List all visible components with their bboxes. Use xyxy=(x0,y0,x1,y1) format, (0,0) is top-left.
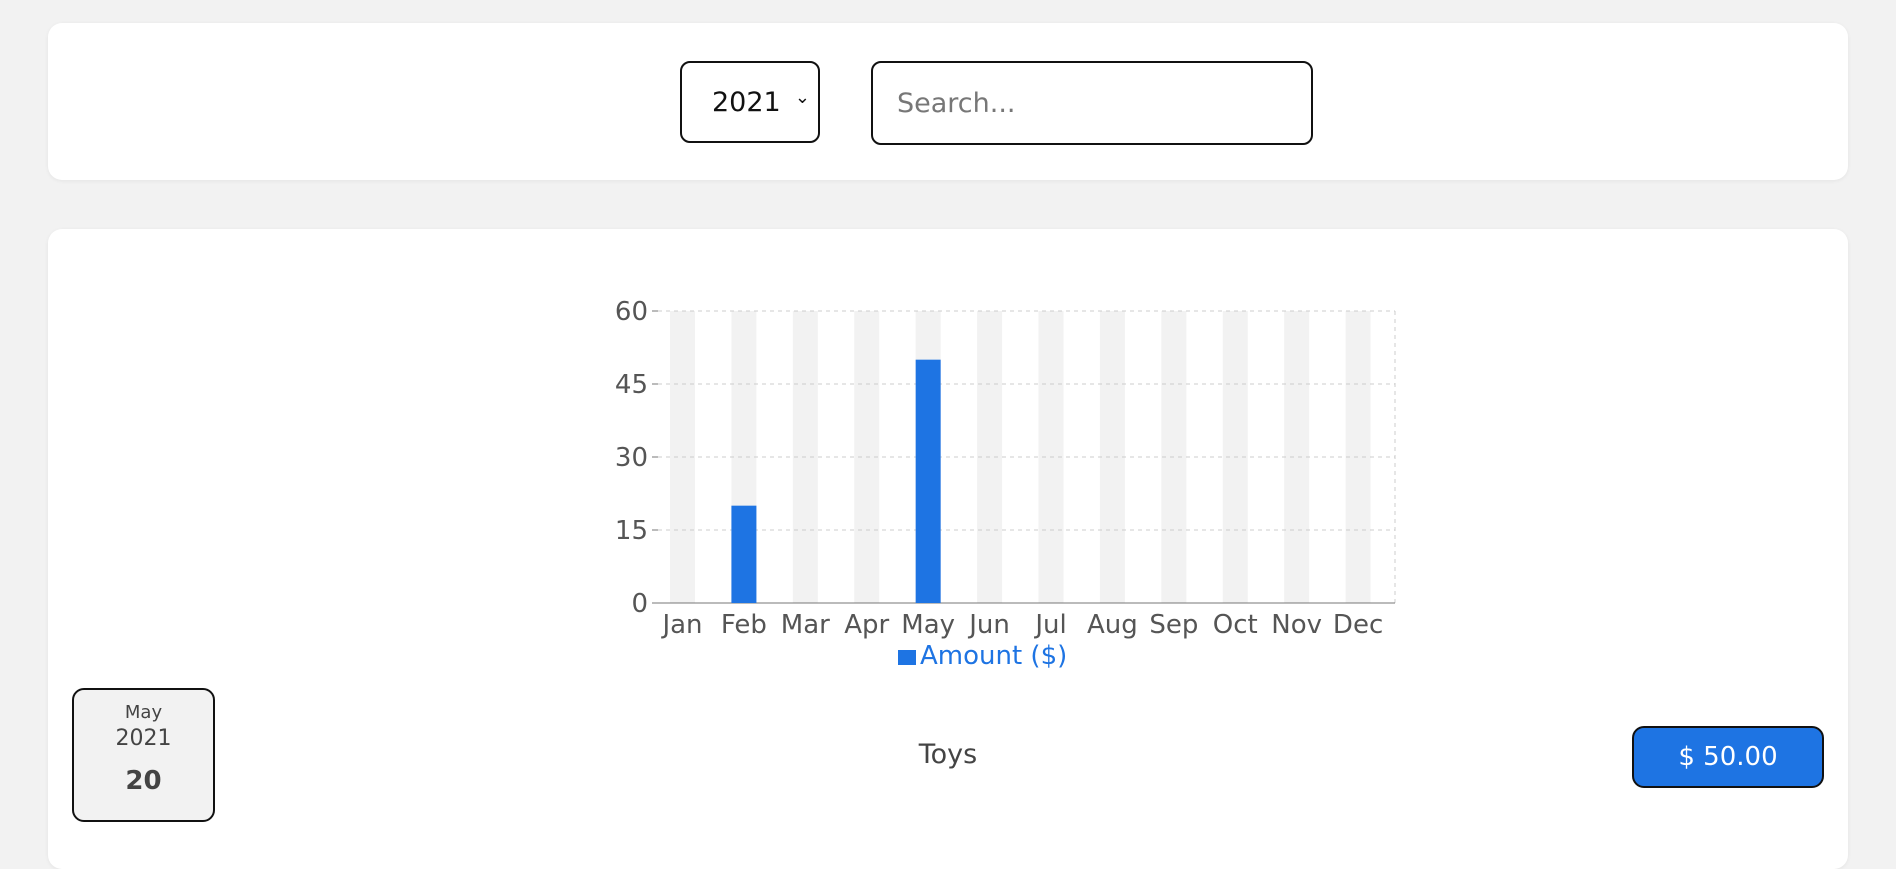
x-tick-label-may: May xyxy=(901,610,955,640)
x-tick-label-mar: Mar xyxy=(781,610,830,640)
legend-swatch xyxy=(898,650,916,665)
expense-date-year: 2021 xyxy=(115,726,172,751)
y-tick-label-0: 0 xyxy=(631,589,648,619)
filter-card: 2021 ⌄ xyxy=(48,23,1848,180)
x-tick-label-apr: Apr xyxy=(844,610,889,640)
year-select[interactable]: 2021 ⌄ xyxy=(680,61,820,143)
legend-label: Amount ($) xyxy=(920,641,1067,671)
chevron-down-icon: ⌄ xyxy=(794,87,810,108)
expenses-chart: 0 15 30 45 60 Jan Feb Mar Apr May Jun Jul Aug Sep Oct N… xyxy=(615,297,1396,671)
x-tick-label-jul: Jul xyxy=(1033,610,1066,640)
y-tick-label-60: 60 xyxy=(615,297,648,327)
x-tick-label-sep: Sep xyxy=(1149,610,1198,640)
expense-amount: $ 50.00 xyxy=(1632,726,1824,788)
bar-feb xyxy=(731,505,757,603)
x-tick-label-feb: Feb xyxy=(721,610,767,640)
x-tick-label-jun: Jun xyxy=(967,610,1010,640)
x-tick-label-dec: Dec xyxy=(1333,610,1383,640)
x-tick-label-jan: Jan xyxy=(660,610,702,640)
y-tick-label-45: 45 xyxy=(615,370,648,400)
expense-date-month: May xyxy=(124,702,163,723)
expense-date-day: 20 xyxy=(125,766,162,796)
chart-background-bar-aug xyxy=(1099,311,1125,603)
x-tick-label-oct: Oct xyxy=(1213,610,1258,640)
chart-background-bar-nov xyxy=(1284,311,1310,603)
expense-title: Toys xyxy=(918,739,978,770)
y-tick-label-15: 15 xyxy=(615,516,648,546)
x-tick-label-nov: Nov xyxy=(1271,610,1322,640)
expense-date: May 2021 20 xyxy=(72,688,215,822)
expenses-card: 0 15 30 45 60 Jan Feb Mar Apr May Jun Jul Aug Sep Oct N… xyxy=(48,229,1848,869)
y-tick-label-30: 30 xyxy=(615,443,648,473)
search-input[interactable] xyxy=(871,61,1313,145)
x-tick-label-aug: Aug xyxy=(1087,610,1138,640)
bar-may xyxy=(915,359,941,603)
year-select-value: 2021 xyxy=(712,86,781,118)
